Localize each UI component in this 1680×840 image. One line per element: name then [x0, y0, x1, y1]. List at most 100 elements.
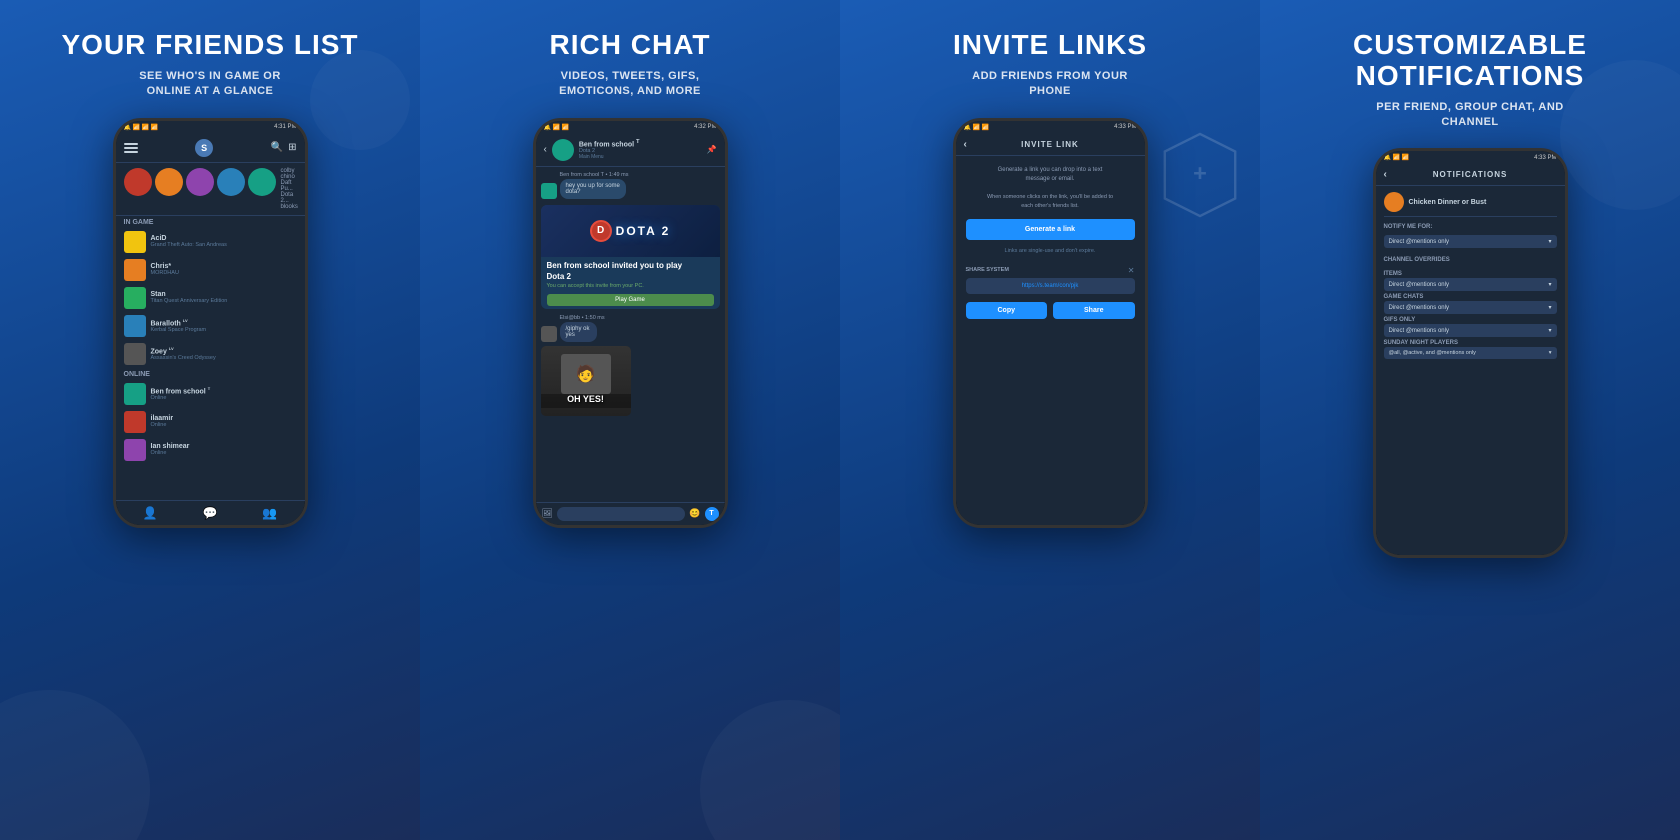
image-icon[interactable]: 🖼 — [542, 508, 553, 519]
invite-description: Generate a link you can drop into a text… — [966, 166, 1135, 211]
game-invite-card[interactable]: D DOTA 2 Ben from school invited you to … — [541, 205, 720, 309]
back-arrow-icon[interactable]: ‹ — [544, 144, 547, 155]
pin-icon[interactable]: 📌 — [707, 145, 717, 154]
chat-message-item: Ben from school T • 1:49 ms hey you up f… — [541, 172, 720, 199]
expire-note: Links are single-use and don't expire. — [966, 248, 1135, 254]
channel-select-0[interactable]: Direct @mentions only ▾ — [1384, 278, 1557, 291]
phone-notifications: 🔔 📶 📶 4:33 PM ‹ NOTIFICATIONS Chicken Di… — [1373, 148, 1568, 558]
chat-message-item-2: Elsi@bb • 1:50 ms /giphy ok yes — [541, 315, 720, 342]
play-game-button[interactable]: Play Game — [547, 294, 714, 306]
direct-mentions-select[interactable]: Direct @mentions only ▾ — [1384, 235, 1557, 248]
message-sender-2: Elsi@bb • 1:50 ms — [560, 315, 607, 321]
back-arrow-icon[interactable]: ‹ — [1384, 169, 1388, 180]
list-item[interactable]: Ian shimear Online — [116, 436, 305, 464]
emoji-icon[interactable]: 😊 — [689, 508, 700, 519]
list-item[interactable]: Zoey LV Assassin's Creed Odyssey — [116, 340, 305, 368]
search-icon[interactable]: 🔍 — [271, 142, 283, 153]
chat-user-avatar — [552, 139, 574, 161]
friend-info: Zoey LV Assassin's Creed Odyssey — [151, 346, 297, 361]
chat-user-info: Ben from school T Dota 2 Main Menu — [579, 139, 702, 160]
list-item[interactable]: Stan Titan Quest Anniversary Edition — [116, 284, 305, 312]
invite-action-buttons: Copy Share — [966, 302, 1135, 319]
invite-header-title: INVITE LINK — [1021, 140, 1079, 149]
online-label: Online — [116, 368, 305, 380]
more-friends-label: colby chino Daft Pu... Dota 2... blooks — [281, 168, 298, 210]
channel-select-1[interactable]: Direct @mentions only ▾ — [1384, 301, 1557, 314]
friend-info: Chris* MORDHAU — [151, 263, 297, 276]
generate-link-button[interactable]: Generate a link — [966, 219, 1135, 240]
avatar-row: colby chino Daft Pu... Dota 2... blooks — [116, 163, 305, 216]
meme-person-img: 🧑 — [561, 354, 611, 394]
panel-subtitle-chat: VIDEOS, TWEETS, GIFS, EMOTICONS, AND MOR… — [559, 69, 701, 100]
channel-items: Items Direct @mentions only ▾ Game Chats… — [1384, 268, 1557, 361]
group-nav-icon[interactable]: 👥 — [262, 506, 277, 520]
steam-logo-icon: S — [195, 139, 213, 157]
friend-avatar — [124, 231, 146, 253]
bottom-nav: 👤 💬 👥 — [116, 500, 305, 525]
status-bar-invite: 🔔 📶 📶 4:33 PM — [956, 121, 1145, 134]
phone-friends: 🔔 📶 📶 📶 4:31 PM S 🔍 ⊞ — [113, 118, 308, 528]
message-sender: Ben from school T • 1:49 ms — [560, 172, 643, 178]
message-avatar — [541, 183, 557, 199]
chat-sub-status: Main Menu — [579, 154, 702, 160]
notif-user-row: Chicken Dinner or Bust — [1384, 192, 1557, 217]
avatar — [155, 168, 183, 196]
notifications-content: Chicken Dinner or Bust NOTIFY ME FOR: Di… — [1376, 186, 1565, 555]
close-icon[interactable]: ✕ — [1128, 266, 1135, 275]
channel-select-2[interactable]: Direct @mentions only ▾ — [1384, 324, 1557, 337]
phone-bottom-bar — [116, 525, 305, 528]
chat-bubble: hey you up for some dota? — [560, 179, 626, 199]
back-arrow-icon[interactable]: ‹ — [964, 139, 968, 150]
add-friend-icon[interactable]: ⊞ — [288, 142, 296, 153]
notif-header-title: NOTIFICATIONS — [1433, 170, 1508, 179]
link-label-row: SHARE SYSTEM ✕ — [966, 266, 1135, 275]
header-actions: 🔍 ⊞ — [271, 142, 297, 153]
copy-link-button[interactable]: Copy — [966, 302, 1048, 319]
list-item[interactable]: Ben from school T Online — [116, 380, 305, 408]
chat-nav-icon[interactable]: 💬 — [203, 506, 218, 520]
phone-bottom-bar-invite — [956, 525, 1145, 528]
invite-content: Generate a link you can drop into a text… — [956, 156, 1145, 525]
phone-bottom-bar-notif — [1376, 555, 1565, 558]
share-system-label: SHARE SYSTEM — [966, 267, 1009, 273]
channel-override-label: CHANNEL OVERRIDES — [1384, 257, 1557, 263]
chat-input-field[interactable] — [557, 507, 685, 521]
list-item[interactable]: ilaamir Online — [116, 408, 305, 436]
meme-caption: OH YES! — [541, 394, 631, 408]
friend-info: Stan Titan Quest Anniversary Edition — [151, 291, 297, 304]
panel-subtitle-invite: ADD FRIENDS FROM YOUR PHONE — [972, 69, 1128, 100]
panel-title-friends: YOUR FRIENDS LIST — [61, 30, 358, 61]
dota2-title: DOTA 2 — [616, 224, 671, 238]
game-invite-title: Ben from school invited you to play — [541, 257, 720, 271]
friend-info: Baralloth LV Kerbal Space Program — [151, 318, 297, 333]
friend-info: AciD Grand Theft Auto: San Andreas — [151, 235, 297, 248]
share-link-button[interactable]: Share — [1053, 302, 1135, 319]
status-bar-notif: 🔔 📶 📶 4:33 PM — [1376, 151, 1565, 164]
friend-avatar — [124, 439, 146, 461]
list-item[interactable]: Baralloth LV Kerbal Space Program — [116, 312, 305, 340]
profile-nav-icon[interactable]: 👤 — [143, 506, 158, 520]
notifications-screen-header: ‹ NOTIFICATIONS — [1376, 164, 1565, 186]
friend-avatar — [124, 315, 146, 337]
list-item[interactable]: Chris* MORDHAU — [116, 256, 305, 284]
link-section: SHARE SYSTEM ✕ https://s.team/con/pjk — [966, 266, 1135, 294]
invite-link-url[interactable]: https://s.team/con/pjk — [966, 278, 1135, 294]
game-invite-subtitle: You can accept this invite from your PC. — [541, 283, 720, 291]
phone-chat: 🔔 📶 📶 4:32 PM ‹ Ben from school T Dota 2… — [533, 118, 728, 528]
avatar — [186, 168, 214, 196]
friend-avatar — [124, 287, 146, 309]
channel-name-1: Game Chats — [1384, 294, 1557, 300]
panel-subtitle-notifications: PER FRIEND, GROUP CHAT, AND CHANNEL — [1376, 100, 1563, 131]
menu-icon[interactable] — [124, 143, 138, 153]
chat-header: ‹ Ben from school T Dota 2 Main Menu 📌 — [536, 134, 725, 167]
friend-info: Ben from school T Online — [151, 386, 297, 401]
chat-bubble-2: /giphy ok yes — [560, 322, 598, 342]
panel-title-invite: INVITE LINKS — [953, 30, 1147, 61]
channel-select-3[interactable]: @all, @active, and @mentions only ▾ — [1384, 347, 1557, 359]
channel-name-2: GIFs only — [1384, 317, 1557, 323]
send-button[interactable]: T — [705, 507, 719, 521]
panel-title-chat: RICH CHAT — [550, 30, 711, 61]
panel-title-notifications: CUSTOMIZABLE NOTIFICATIONS — [1353, 30, 1587, 92]
list-item[interactable]: AciD Grand Theft Auto: San Andreas — [116, 228, 305, 256]
avatar — [248, 168, 276, 196]
